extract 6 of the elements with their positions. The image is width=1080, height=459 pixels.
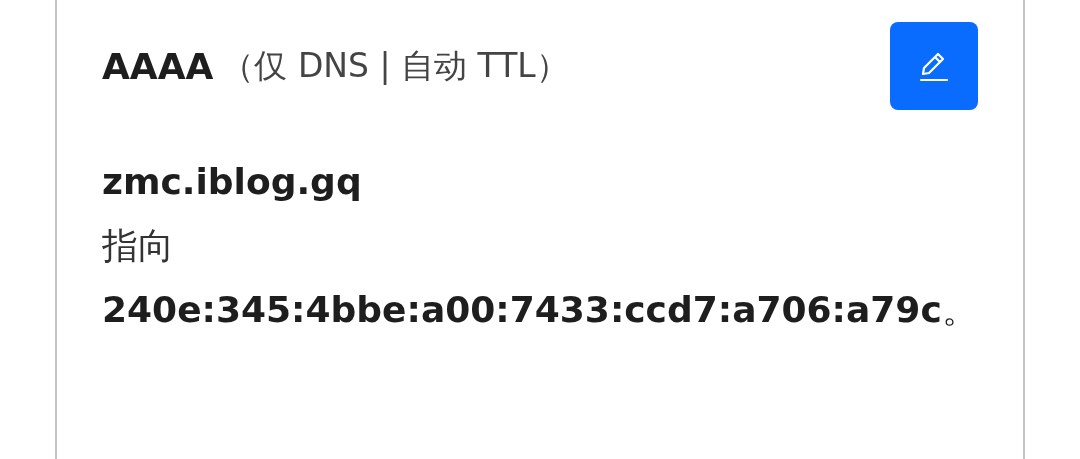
- edit-button[interactable]: [890, 22, 978, 110]
- record-type: AAAA: [102, 45, 214, 87]
- record-name: zmc.iblog.gq: [102, 160, 363, 204]
- record-content: 240e:345:4bbe:a00:7433:ccd7:a706:a79c。: [102, 288, 979, 332]
- record-meta: （仅 DNS | 自动 TTL）: [221, 44, 569, 87]
- record-verb: 指向: [102, 224, 175, 268]
